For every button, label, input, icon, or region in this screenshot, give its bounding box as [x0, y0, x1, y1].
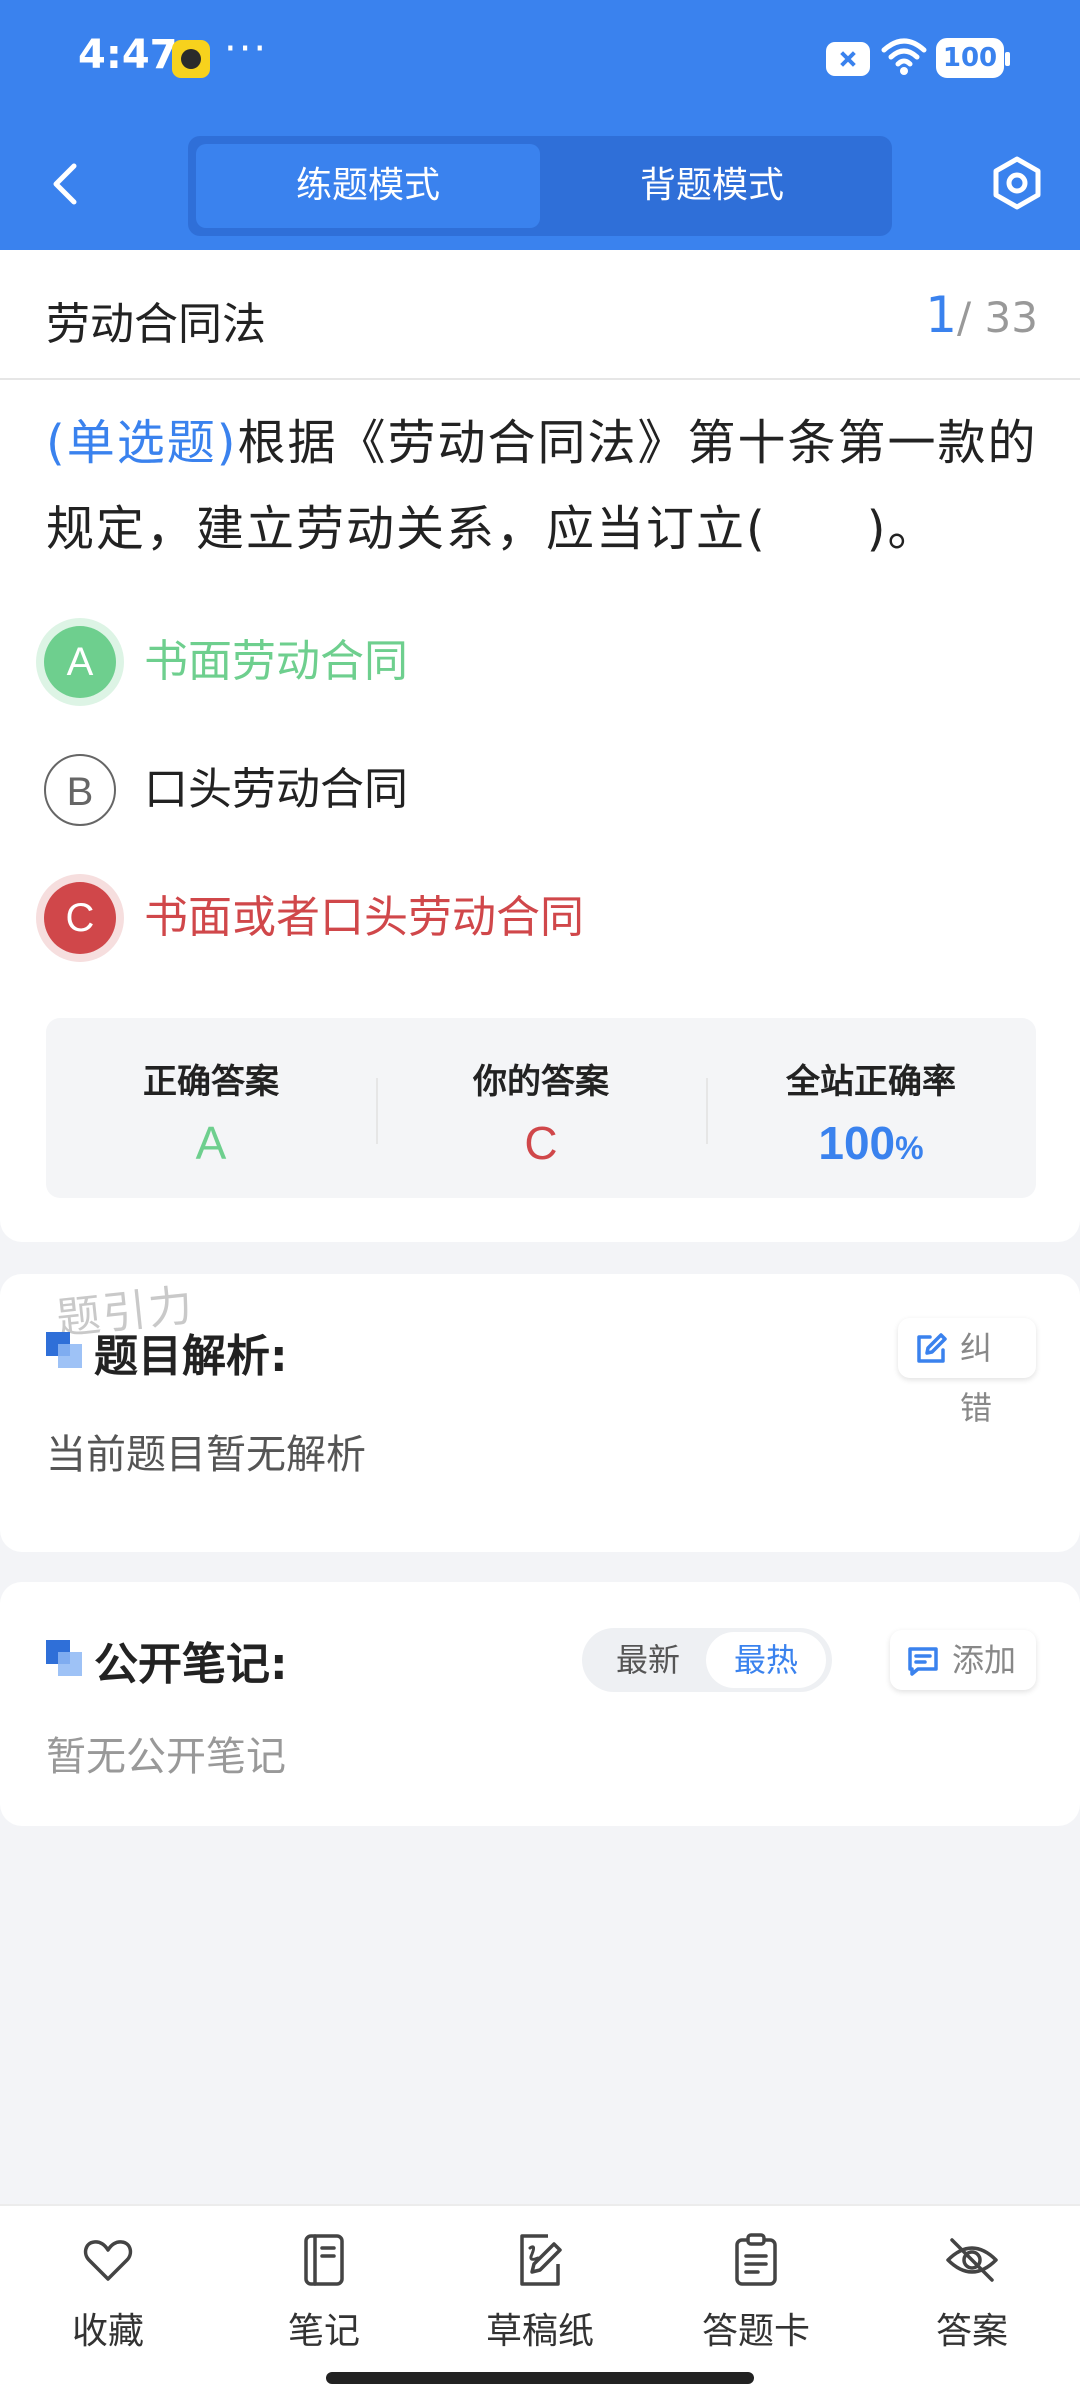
- sort-hottest[interactable]: 最热: [706, 1632, 826, 1688]
- question-text: (单选题)根据《劳动合同法》第十条第一款的规定，建立劳动关系，应当订立( )。: [46, 400, 1040, 572]
- blocked-notification-icon: [826, 42, 870, 76]
- option-a[interactable]: A 书面劳动合同: [36, 614, 1016, 710]
- status-time: 4:47: [78, 32, 178, 78]
- notes-body: 暂无公开笔记: [46, 1734, 286, 1780]
- notes-button[interactable]: 笔记: [224, 2232, 424, 2372]
- show-answer-button[interactable]: 答案: [872, 2232, 1072, 2372]
- question-header: 劳动合同法 1/ 33: [0, 250, 1080, 380]
- show-answer-label: 答案: [935, 2311, 1008, 2352]
- app-header: 4:47 ··· 100 练题模式 背题模式: [0, 0, 1080, 250]
- chapter-title: 劳动合同法: [46, 299, 266, 350]
- comment-icon: [908, 1647, 938, 1676]
- draft-paper-icon: [520, 2234, 562, 2286]
- your-answer-stat: 你的答案 C: [376, 1018, 706, 1198]
- notebook-icon: [304, 2234, 344, 2286]
- accuracy-rate-stat: 全站正确率 100%: [706, 1018, 1036, 1198]
- eye-off-icon: [946, 2238, 998, 2282]
- answer-card-button[interactable]: 答题卡: [656, 2232, 856, 2372]
- favorite-label: 收藏: [71, 2311, 144, 2352]
- accuracy-rate-value: 100%: [706, 1116, 1036, 1170]
- sort-latest[interactable]: 最新: [588, 1632, 708, 1688]
- add-note-button[interactable]: 添加: [890, 1630, 1036, 1690]
- notes-sort-switch: 最新 最热: [582, 1628, 832, 1692]
- more-notifications-icon: ···: [224, 26, 269, 72]
- bottom-toolbar: 收藏 笔记 草稿纸 答题卡 答案: [0, 2204, 1080, 2400]
- option-b-letter: B: [44, 754, 116, 826]
- mode-switch: 练题模式 背题模式: [188, 136, 892, 236]
- current-question-number: 1: [925, 286, 958, 344]
- tab-practice-mode[interactable]: 练题模式: [196, 144, 540, 228]
- option-c-letter: C: [44, 882, 116, 954]
- battery-icon: 100: [936, 38, 1010, 78]
- your-answer-value: C: [524, 1117, 558, 1169]
- section-icon: [46, 1332, 82, 1368]
- analysis-body: 当前题目暂无解析: [46, 1432, 366, 1478]
- analysis-card: 题引力 题目解析: 纠错 当前题目暂无解析: [0, 1274, 1080, 1552]
- home-indicator[interactable]: [326, 2372, 754, 2384]
- back-icon[interactable]: [42, 158, 94, 210]
- total-question-count: / 33: [957, 293, 1038, 342]
- option-c[interactable]: C 书面或者口头劳动合同: [36, 870, 1016, 966]
- notes-title: 公开笔记:: [94, 1639, 288, 1690]
- option-a-letter: A: [44, 626, 116, 698]
- question-counter: 1/ 33: [925, 286, 1038, 344]
- favorite-button[interactable]: 收藏: [8, 2232, 208, 2372]
- your-answer-label: 你的答案: [473, 1062, 609, 1102]
- answer-card-label: 答题卡: [701, 2311, 810, 2352]
- public-notes-card: 公开笔记: 最新 最热 添加 暂无公开笔记: [0, 1582, 1080, 1826]
- draft-paper-label: 草稿纸: [485, 2311, 594, 2352]
- question-type: (单选题): [46, 415, 238, 471]
- heart-icon: [83, 2240, 133, 2281]
- settings-icon[interactable]: [988, 154, 1046, 212]
- option-b-text: 口头劳动合同: [144, 764, 408, 815]
- correct-answer-value: A: [195, 1117, 227, 1169]
- analysis-title: 题目解析:: [94, 1331, 288, 1382]
- add-note-label: 添加: [952, 1641, 1017, 1679]
- answer-stats: 正确答案 A 你的答案 C 全站正确率 100%: [46, 1018, 1036, 1198]
- status-bar: 4:47 ··· 100: [0, 0, 1080, 120]
- option-b[interactable]: B 口头劳动合同: [36, 742, 1016, 838]
- app-notification-icon: [172, 40, 210, 78]
- accuracy-rate-unit: %: [895, 1130, 924, 1166]
- notes-label: 笔记: [287, 2311, 360, 2352]
- accuracy-rate-number: 100: [818, 1117, 896, 1169]
- option-a-text: 书面劳动合同: [144, 636, 408, 687]
- report-error-label: 纠错: [960, 1329, 993, 1427]
- section-icon: [46, 1640, 82, 1676]
- tab-memorize-mode[interactable]: 背题模式: [540, 144, 884, 228]
- answer-card-icon: [735, 2233, 777, 2286]
- nav-bar: 练题模式 背题模式: [0, 130, 1080, 240]
- correct-answer-label: 正确答案: [143, 1062, 279, 1102]
- draft-paper-button[interactable]: 草稿纸: [440, 2232, 640, 2372]
- accuracy-rate-label: 全站正确率: [786, 1062, 956, 1102]
- correct-answer-stat: 正确答案 A: [46, 1018, 376, 1198]
- wifi-icon: [881, 38, 927, 75]
- report-error-button[interactable]: 纠错: [898, 1318, 1036, 1427]
- option-c-text: 书面或者口头劳动合同: [144, 892, 584, 943]
- edit-icon: [917, 1333, 947, 1363]
